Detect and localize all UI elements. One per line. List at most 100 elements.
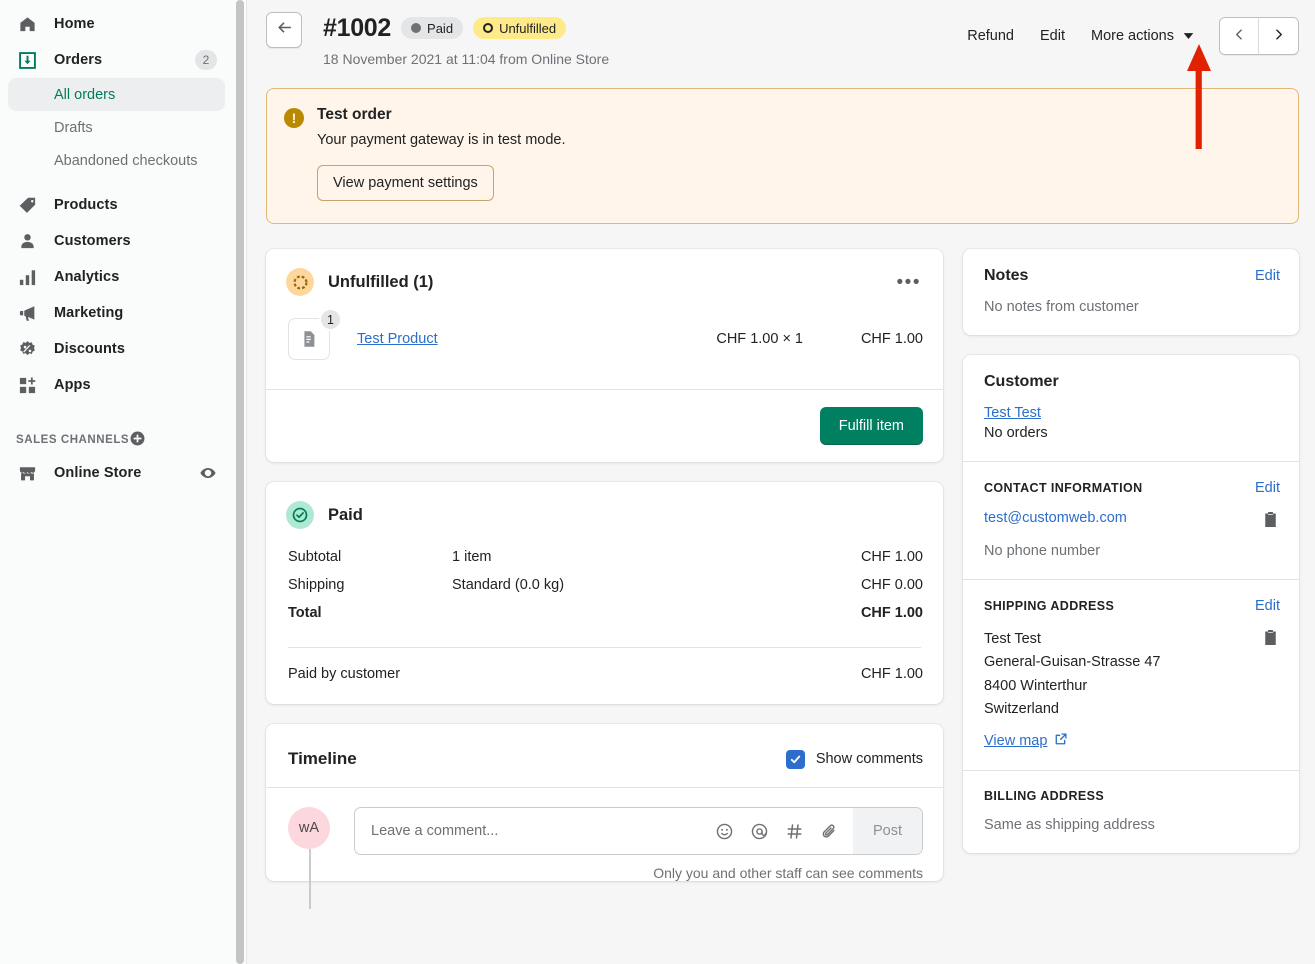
status-badge-unfulfilled-label: Unfulfilled bbox=[499, 21, 556, 36]
edit-shipping-address-button[interactable]: Edit bbox=[1255, 598, 1280, 614]
test-order-banner-title: Test order bbox=[317, 106, 566, 124]
attachment-paperclip-icon[interactable] bbox=[820, 822, 839, 841]
refund-button[interactable]: Refund bbox=[954, 20, 1027, 52]
test-order-banner-content: Test order Your payment gateway is in te… bbox=[317, 106, 566, 201]
marketing-megaphone-icon bbox=[16, 302, 38, 324]
timeline-connector-line bbox=[309, 849, 311, 909]
emoji-icon[interactable] bbox=[715, 822, 734, 841]
payment-card: Paid Subtotal 1 item CHF 1.00 Shipping S… bbox=[266, 482, 943, 704]
notes-title: Notes bbox=[984, 267, 1028, 285]
paid-by-customer-row: Paid by customer CHF 1.00 bbox=[266, 648, 943, 704]
dot-ring-icon bbox=[483, 23, 493, 33]
sidebar-item-apps[interactable]: Apps bbox=[8, 367, 225, 403]
paid-by-customer-label: Paid by customer bbox=[288, 666, 861, 682]
billing-address-heading: BILLING ADDRESS bbox=[984, 789, 1104, 803]
shipping-address-row: Test Test General-Guisan-Strasse 47 8400… bbox=[984, 628, 1278, 722]
edit-order-button[interactable]: Edit bbox=[1027, 20, 1078, 52]
contact-information-heading: CONTACT INFORMATION bbox=[984, 481, 1143, 495]
sidebar-label-customers: Customers bbox=[54, 233, 131, 249]
fulfillment-card: Unfulfilled (1) ••• 1 bbox=[266, 249, 943, 462]
products-tag-icon bbox=[16, 194, 38, 216]
comment-input[interactable] bbox=[355, 823, 715, 839]
line-item-product-link[interactable]: Test Product bbox=[357, 331, 438, 347]
sidebar-item-discounts[interactable]: Discounts bbox=[8, 331, 225, 367]
sidebar-label-drafts: Drafts bbox=[54, 120, 93, 136]
customer-order-count: No orders bbox=[984, 425, 1278, 441]
timeline-header: Timeline Show comments bbox=[266, 724, 943, 787]
more-dots-icon[interactable]: ••• bbox=[895, 269, 923, 296]
summary-row-shipping: Shipping Standard (0.0 kg) CHF 0.00 bbox=[288, 571, 923, 599]
hashtag-icon[interactable] bbox=[785, 822, 804, 841]
next-order-button[interactable] bbox=[1259, 18, 1298, 54]
paid-check-icon bbox=[286, 501, 314, 529]
shipping-address-heading: SHIPPING ADDRESS bbox=[984, 599, 1114, 613]
status-badge-paid: Paid bbox=[401, 17, 463, 39]
order-pagination bbox=[1219, 17, 1299, 55]
sidebar-item-drafts[interactable]: Drafts bbox=[8, 111, 225, 144]
sidebar-label-home: Home bbox=[54, 16, 95, 32]
contact-information-header: CONTACT INFORMATION Edit bbox=[963, 462, 1299, 496]
notes-body: No notes from customer bbox=[963, 285, 1299, 335]
fulfillment-card-title: Unfulfilled (1) bbox=[328, 273, 433, 292]
shipping-address-line-4: Switzerland bbox=[984, 698, 1263, 721]
arrow-left-icon bbox=[276, 19, 293, 41]
payment-summary: Subtotal 1 item CHF 1.00 Shipping Standa… bbox=[266, 529, 943, 633]
show-comments-checkbox[interactable] bbox=[786, 750, 805, 769]
customer-name-link[interactable]: Test Test bbox=[984, 405, 1278, 421]
fulfill-item-button[interactable]: Fulfill item bbox=[820, 407, 923, 445]
paid-by-customer-amount: CHF 1.00 bbox=[861, 666, 923, 682]
sidebar-label-orders: Orders bbox=[54, 52, 102, 68]
mention-at-icon[interactable] bbox=[750, 822, 769, 841]
edit-notes-button[interactable]: Edit bbox=[1255, 268, 1280, 284]
page-scrollbar-thumb[interactable] bbox=[236, 0, 244, 964]
order-header: #1002 Paid Unfulfilled 18 November 2021 … bbox=[266, 0, 1299, 67]
sidebar-item-home[interactable]: Home bbox=[8, 6, 225, 42]
sidebar-item-marketing[interactable]: Marketing bbox=[8, 295, 225, 331]
sidebar-item-analytics[interactable]: Analytics bbox=[8, 259, 225, 295]
customer-card-header: Customer bbox=[963, 355, 1299, 391]
plus-circle-icon[interactable] bbox=[129, 430, 146, 450]
order-subtitle: 18 November 2021 at 11:04 from Online St… bbox=[323, 51, 609, 67]
apps-grid-plus-icon bbox=[16, 374, 38, 396]
sidebar-item-products[interactable]: Products bbox=[8, 187, 225, 223]
clipboard-copy-icon[interactable] bbox=[1263, 511, 1278, 532]
view-payment-settings-button[interactable]: View payment settings bbox=[317, 165, 494, 201]
summary-amount-shipping: CHF 0.00 bbox=[861, 577, 923, 593]
more-actions-button[interactable]: More actions bbox=[1078, 20, 1207, 52]
fulfillment-card-header: Unfulfilled (1) ••• bbox=[266, 249, 943, 296]
order-actions: Refund Edit More actions bbox=[954, 12, 1299, 55]
page-scrollbar-track[interactable] bbox=[233, 0, 247, 964]
summary-detail-subtotal: 1 item bbox=[452, 549, 861, 565]
previous-order-button[interactable] bbox=[1220, 18, 1259, 54]
sidebar-item-customers[interactable]: Customers bbox=[8, 223, 225, 259]
comment-input-wrapper[interactable]: Post bbox=[354, 807, 923, 855]
chevron-down-icon bbox=[1183, 28, 1194, 44]
more-actions-label: More actions bbox=[1091, 28, 1174, 44]
post-comment-button[interactable]: Post bbox=[853, 808, 922, 854]
sales-channels-heading: SALES CHANNELS bbox=[8, 425, 225, 455]
order-title-block: #1002 Paid Unfulfilled 18 November 2021 … bbox=[323, 12, 609, 67]
eye-icon[interactable] bbox=[199, 464, 217, 482]
page-title: #1002 bbox=[323, 14, 391, 43]
customer-card: Customer Test Test No orders CONTACT INF… bbox=[963, 355, 1299, 853]
order-columns: Unfulfilled (1) ••• 1 bbox=[266, 249, 1299, 881]
sidebar-item-abandoned-checkouts[interactable]: Abandoned checkouts bbox=[8, 144, 225, 177]
show-comments-toggle[interactable]: Show comments bbox=[786, 750, 923, 769]
sidebar-item-all-orders[interactable]: All orders bbox=[8, 78, 225, 111]
clipboard-copy-icon[interactable] bbox=[1263, 629, 1278, 650]
sidebar-spacer bbox=[0, 177, 233, 187]
customers-person-icon bbox=[16, 230, 38, 252]
summary-label-shipping: Shipping bbox=[288, 577, 452, 593]
back-button[interactable] bbox=[266, 12, 302, 48]
view-map-link[interactable]: View map bbox=[984, 733, 1047, 749]
edit-contact-button[interactable]: Edit bbox=[1255, 480, 1280, 496]
sidebar-item-orders[interactable]: Orders 2 bbox=[8, 42, 225, 78]
customer-email-link[interactable]: test@customweb.com bbox=[984, 510, 1263, 526]
timeline-composer: wA bbox=[266, 787, 943, 855]
main-sidebar: Home Orders 2 All orders Drafts Abandone… bbox=[0, 0, 233, 964]
sidebar-item-online-store[interactable]: Online Store bbox=[8, 455, 225, 491]
line-item-total: CHF 1.00 bbox=[803, 331, 923, 347]
order-secondary-column: Notes Edit No notes from customer Custom… bbox=[963, 249, 1299, 853]
sidebar-label-analytics: Analytics bbox=[54, 269, 119, 285]
view-map-row[interactable]: View map bbox=[984, 732, 1278, 750]
